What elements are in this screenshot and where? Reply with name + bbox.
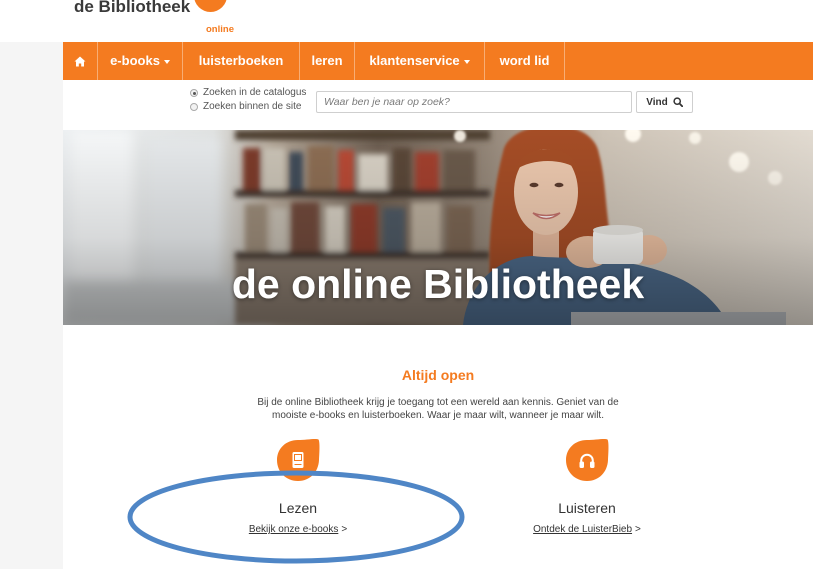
hero-title: de online Bibliotheek	[231, 261, 645, 307]
search-icon[interactable]	[673, 97, 683, 107]
feature-luisteren: Luisteren Ontdek de LuisterBieb >	[487, 437, 687, 537]
book-icon[interactable]	[289, 451, 307, 469]
intro-line: Bij de online Bibliotheek krijg je toega…	[257, 397, 619, 408]
logo-sub[interactable]: online	[206, 24, 234, 35]
feature-link-text[interactable]: Bekijk onze e-books	[249, 524, 339, 535]
feature-link-arrow[interactable]: >	[341, 524, 347, 535]
intro-heading: Altijd open	[401, 367, 475, 383]
logo-name[interactable]: de Bibliotheek	[74, 0, 190, 15]
nav-item-label[interactable]: luisterboeken	[199, 53, 284, 69]
search-button[interactable]: Vind	[636, 91, 693, 113]
luisteren-badge[interactable]	[564, 437, 610, 483]
nav-item-word-lid[interactable]: word lid	[485, 42, 565, 80]
chevron-down-icon[interactable]	[463, 60, 470, 64]
nav-item-label[interactable]: word lid	[500, 53, 550, 69]
nav-home[interactable]	[63, 42, 98, 80]
search-scope-site[interactable]: Zoeken binnen de site	[190, 100, 306, 114]
feature-lezen: Lezen Bekijk onze e-books >	[198, 437, 398, 537]
feature-link-luisterbieb[interactable]: Ontdek de LuisterBieb >	[487, 524, 687, 536]
nav-item-label[interactable]: leren	[311, 53, 342, 69]
search-scope-catalogus[interactable]: Zoeken in de catalogus	[190, 86, 306, 100]
feature-title: Luisteren	[558, 500, 616, 516]
feature-link-text[interactable]: Ontdek de LuisterBieb	[533, 524, 632, 535]
radio-button[interactable]	[190, 89, 198, 97]
feature-title: Lezen	[278, 500, 318, 516]
feature-link-e-books[interactable]: Bekijk onze e-books >	[198, 524, 398, 536]
chevron-down-icon[interactable]	[163, 60, 170, 64]
search-button-label[interactable]: Vind	[646, 97, 667, 108]
feature-link-arrow[interactable]: >	[635, 524, 641, 535]
intro-text: Bij de online Bibliotheek krijg je toega…	[63, 396, 813, 422]
nav-item-klantenservice[interactable]: klantenservice	[355, 42, 485, 80]
radio-label[interactable]: Zoeken binnen de site	[203, 100, 301, 114]
nav-item-label[interactable]: e-books	[110, 53, 160, 69]
nav-item-label[interactable]: klantenservice	[369, 53, 459, 69]
home-icon	[74, 56, 86, 66]
nav-item-e-books[interactable]: e-books	[98, 42, 183, 80]
headphones-icon[interactable]	[578, 451, 596, 469]
radio-label[interactable]: Zoeken in de catalogus	[203, 86, 306, 100]
lezen-badge[interactable]	[275, 437, 321, 483]
intro-line: mooiste e-books en luisterboeken. Waar j…	[272, 410, 604, 421]
nav-item-leren[interactable]: leren	[300, 42, 355, 80]
search-input[interactable]	[316, 91, 632, 113]
main-nav: e-books luisterboeken leren klantenservi…	[63, 42, 813, 80]
radio-button[interactable]	[190, 103, 198, 111]
nav-item-luisterboeken[interactable]: luisterboeken	[183, 42, 300, 80]
search-scope-options: Zoeken in de catalogus Zoeken binnen de …	[190, 86, 306, 114]
